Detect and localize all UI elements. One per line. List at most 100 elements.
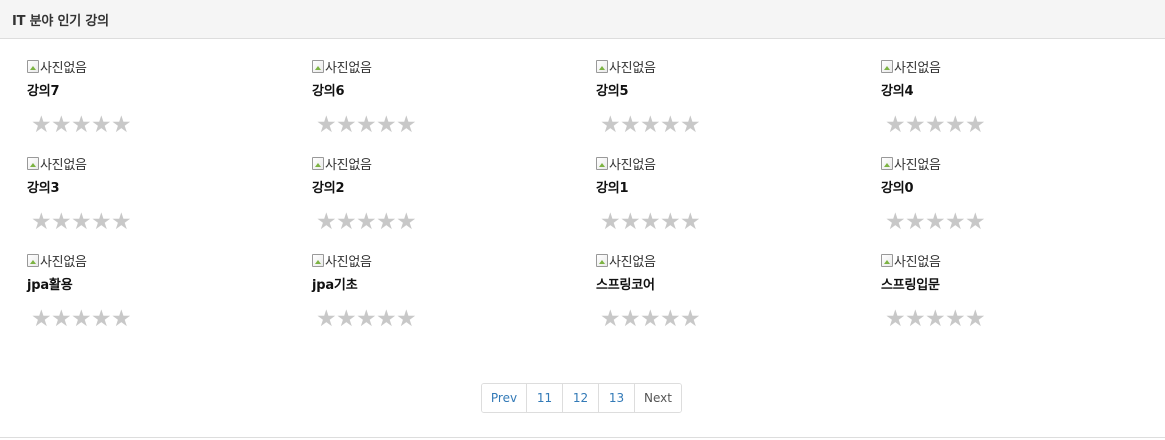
star-icon: ★ bbox=[680, 112, 701, 138]
star-rating: ★ ★ ★ ★ ★ bbox=[885, 306, 1161, 332]
course-title[interactable]: 강의0 bbox=[881, 181, 1161, 197]
star-icon: ★ bbox=[51, 112, 72, 138]
star-icon: ★ bbox=[965, 209, 986, 235]
star-rating: ★ ★ ★ ★ ★ bbox=[31, 209, 312, 235]
star-rating: ★ ★ ★ ★ ★ bbox=[316, 209, 596, 235]
star-icon: ★ bbox=[925, 306, 946, 332]
star-rating: ★ ★ ★ ★ ★ bbox=[316, 112, 596, 138]
star-icon: ★ bbox=[905, 209, 926, 235]
star-icon: ★ bbox=[71, 209, 92, 235]
course-thumbnail[interactable]: 사진없음 bbox=[312, 249, 596, 271]
course-thumbnail[interactable]: 사진없음 bbox=[312, 55, 596, 77]
star-rating: ★ ★ ★ ★ ★ bbox=[31, 112, 312, 138]
star-icon: ★ bbox=[51, 306, 72, 332]
course-card[interactable]: 사진없음 jpa활용 ★ ★ ★ ★ ★ bbox=[27, 249, 312, 346]
star-icon: ★ bbox=[356, 306, 377, 332]
star-icon: ★ bbox=[620, 209, 641, 235]
course-thumbnail[interactable]: 사진없음 bbox=[312, 152, 596, 174]
course-card[interactable]: 사진없음 jpa기초 ★ ★ ★ ★ ★ bbox=[312, 249, 596, 346]
thumbnail-alt-text: 사진없음 bbox=[40, 157, 87, 173]
pagination-page-12[interactable]: 12 bbox=[563, 384, 599, 412]
course-title[interactable]: jpa활용 bbox=[27, 278, 312, 294]
pagination-page-13[interactable]: 13 bbox=[599, 384, 635, 412]
star-icon: ★ bbox=[316, 209, 337, 235]
course-thumbnail[interactable]: 사진없음 bbox=[881, 152, 1161, 174]
star-icon: ★ bbox=[600, 209, 621, 235]
star-icon: ★ bbox=[620, 306, 641, 332]
star-icon: ★ bbox=[945, 112, 966, 138]
course-card[interactable]: 사진없음강의5 ★ ★ ★ ★ ★ bbox=[596, 55, 881, 152]
star-icon: ★ bbox=[91, 306, 112, 332]
pagination: Prev 11 12 13 Next bbox=[481, 383, 682, 413]
star-icon: ★ bbox=[336, 112, 357, 138]
pagination-page-11[interactable]: 11 bbox=[527, 384, 563, 412]
star-rating: ★ ★ ★ ★ ★ bbox=[600, 112, 881, 138]
star-icon: ★ bbox=[111, 209, 132, 235]
thumbnail-alt-text: 사진없음 bbox=[894, 157, 941, 173]
thumbnail-alt-text: 사진없음 bbox=[40, 254, 87, 270]
star-rating: ★ ★ ★ ★ ★ bbox=[885, 112, 1161, 138]
star-icon: ★ bbox=[396, 112, 417, 138]
pagination-next-button[interactable]: Next bbox=[635, 384, 681, 412]
star-icon: ★ bbox=[905, 112, 926, 138]
star-icon: ★ bbox=[945, 306, 966, 332]
course-title[interactable]: 강의6 bbox=[312, 84, 596, 100]
broken-image-icon bbox=[881, 59, 893, 73]
star-icon: ★ bbox=[71, 306, 92, 332]
course-card[interactable]: 사진없음 스프링코어 ★ ★ ★ ★ ★ bbox=[596, 249, 881, 346]
course-card[interactable]: 사진없음스프링입문 ★ ★ ★ ★ ★ bbox=[881, 249, 1161, 346]
course-card[interactable]: 사진없음강의2 ★ ★ ★ ★ ★ bbox=[312, 152, 596, 249]
thumbnail-alt-text: 사진없음 bbox=[609, 157, 656, 173]
star-icon: ★ bbox=[316, 306, 337, 332]
course-title[interactable]: 스프링입문 bbox=[881, 278, 1161, 294]
star-icon: ★ bbox=[885, 306, 906, 332]
course-title[interactable]: 강의2 bbox=[312, 181, 596, 197]
thumbnail-alt-text: 사진없음 bbox=[325, 60, 372, 76]
broken-image-icon bbox=[27, 156, 39, 170]
course-card[interactable]: 사진없음 강의0 ★ ★ ★ ★ ★ bbox=[881, 152, 1161, 249]
star-icon: ★ bbox=[396, 306, 417, 332]
course-thumbnail[interactable]: 사진없음 bbox=[596, 249, 881, 271]
broken-image-icon bbox=[596, 59, 608, 73]
course-title[interactable]: 강의4 bbox=[881, 84, 1161, 100]
broken-image-icon bbox=[312, 59, 324, 73]
broken-image-icon bbox=[596, 156, 608, 170]
star-icon: ★ bbox=[376, 112, 397, 138]
course-title[interactable]: 강의7 bbox=[27, 84, 312, 100]
star-icon: ★ bbox=[316, 112, 337, 138]
broken-image-icon bbox=[27, 253, 39, 267]
star-rating: ★ ★ ★ ★ ★ bbox=[31, 306, 312, 332]
course-thumbnail[interactable]: 사진없음 bbox=[27, 152, 312, 174]
course-thumbnail[interactable]: 사진없음 bbox=[881, 249, 1161, 271]
course-card[interactable]: 사진없음강의6 ★ ★ ★ ★ ★ bbox=[312, 55, 596, 152]
course-card[interactable]: 사진없음강의4 ★ ★ ★ ★ ★ bbox=[881, 55, 1161, 152]
broken-image-icon bbox=[881, 253, 893, 267]
star-icon: ★ bbox=[91, 209, 112, 235]
pagination-prev-button[interactable]: Prev bbox=[482, 384, 527, 412]
popular-courses-panel: IT 분야 인기 강의 사진없음 강의7 ★ ★ ★ ★ ★ 사진없음 강의6 ★ ★ ★ ★ ★ 사진없음… bbox=[0, 0, 1165, 440]
star-icon: ★ bbox=[336, 209, 357, 235]
course-thumbnail[interactable]: 사진없음 bbox=[596, 55, 881, 77]
course-title[interactable]: 강의5 bbox=[596, 84, 881, 100]
course-title[interactable]: 스프링코어 bbox=[596, 278, 881, 294]
star-icon: ★ bbox=[680, 209, 701, 235]
star-icon: ★ bbox=[31, 209, 52, 235]
course-thumbnail[interactable]: 사진없음 bbox=[881, 55, 1161, 77]
star-rating: ★ ★ ★ ★ ★ bbox=[600, 209, 881, 235]
course-card[interactable]: 사진없음강의1 ★ ★ ★ ★ ★ bbox=[596, 152, 881, 249]
panel-title: IT 분야 인기 강의 bbox=[12, 13, 109, 29]
course-title[interactable]: 강의1 bbox=[596, 181, 881, 197]
star-icon: ★ bbox=[31, 306, 52, 332]
course-card[interactable]: 사진없음강의7 ★ ★ ★ ★ ★ bbox=[27, 55, 312, 152]
thumbnail-alt-text: 사진없음 bbox=[40, 60, 87, 76]
star-icon: ★ bbox=[925, 112, 946, 138]
course-thumbnail[interactable]: 사진없음 bbox=[27, 249, 312, 271]
course-card[interactable]: 사진없음강의3 ★ ★ ★ ★ ★ bbox=[27, 152, 312, 249]
course-title[interactable]: jpa기초 bbox=[312, 278, 596, 294]
course-thumbnail[interactable]: 사진없음 bbox=[596, 152, 881, 174]
star-icon: ★ bbox=[965, 112, 986, 138]
course-title[interactable]: 강의3 bbox=[27, 181, 312, 197]
star-icon: ★ bbox=[660, 306, 681, 332]
star-icon: ★ bbox=[71, 112, 92, 138]
course-thumbnail[interactable]: 사진없음 bbox=[27, 55, 312, 77]
